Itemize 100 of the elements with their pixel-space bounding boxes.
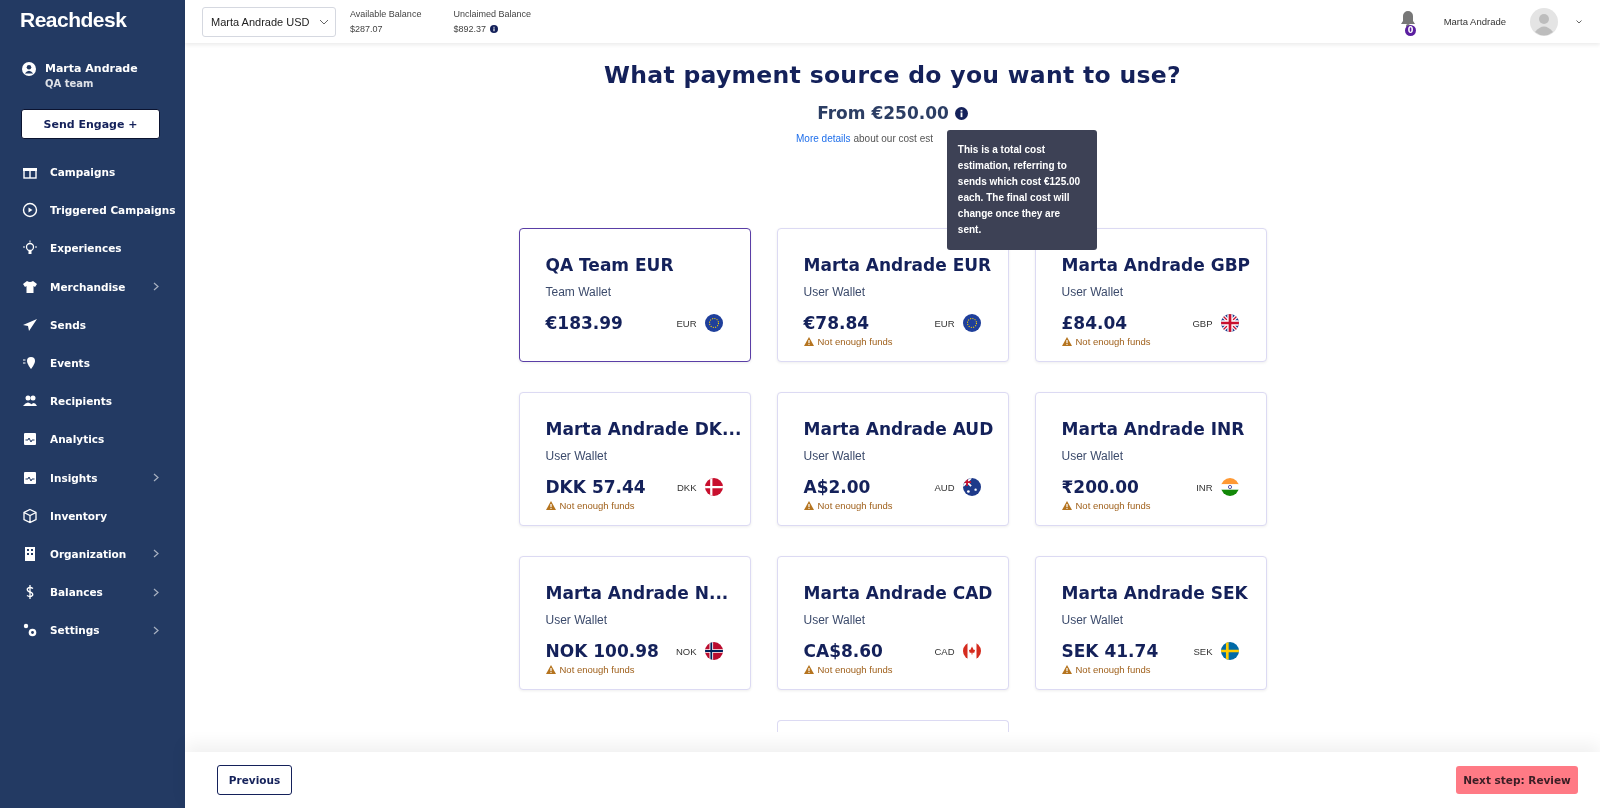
wallet-card[interactable]: QA Team EUR Team Wallet €183.99 EUR [518, 228, 751, 362]
wallet-dropdown[interactable]: Marta Andrade USD [202, 6, 336, 37]
warning-text: Not enough funds [559, 500, 635, 511]
wallet-name: Marta Andrade DK... [545, 419, 743, 439]
chart-icon [22, 431, 38, 448]
nav-item[interactable]: Experiences [50, 242, 159, 255]
settings-icon [22, 622, 38, 639]
wallet-card[interactable]: Marta Andrade AUD User Wallet A$2.00 AUD Not enough funds [776, 392, 1009, 526]
wallet-balance: €78.84 [803, 313, 871, 333]
wallet-card[interactable]: Marta Andrade N... User Wallet NOK 100.98 NOK Not enough funds [518, 556, 751, 690]
wallet-type: User Wallet [803, 285, 867, 299]
cost-estimate: From €250.00 [817, 103, 949, 123]
nav-item[interactable]: Merchandise [50, 280, 141, 293]
details-text: about our cost est [853, 133, 933, 144]
currency-code: EUR [676, 317, 697, 329]
wallet-card[interactable]: Marta Andrade GBP User Wallet £84.04 GBP Not enough funds [1034, 228, 1267, 362]
next-step-button[interactable]: Next step: Review [1456, 766, 1578, 794]
flag-icon [962, 642, 981, 660]
warning-icon [1061, 665, 1072, 674]
flag-icon [962, 478, 981, 496]
building-icon [22, 545, 38, 562]
currency-code: AUD [934, 481, 955, 493]
nav-item[interactable]: Balances [50, 586, 141, 599]
currency-code: NOK [675, 645, 697, 657]
wallet-balance: £84.04 [1061, 313, 1129, 333]
wallet-balance: €183.99 [545, 313, 624, 333]
wallet-type: User Wallet [803, 449, 867, 463]
nav-item[interactable]: Sends [50, 318, 159, 331]
team-name: QA team [45, 78, 95, 89]
flag-icon [962, 314, 981, 332]
balance-value: $287.07 [350, 24, 384, 34]
flag-icon [704, 642, 723, 660]
warning-icon [545, 665, 556, 674]
info-icon[interactable] [489, 25, 498, 33]
wallet-type: User Wallet [1061, 613, 1125, 627]
warning-icon [1061, 337, 1072, 346]
nav-item[interactable]: Organization [50, 547, 141, 560]
currency-code: CAD [934, 645, 955, 657]
wallet-balance: CA$8.60 [803, 641, 884, 661]
currency-code: DKK [676, 481, 697, 493]
currency-code: GBP [1192, 317, 1213, 329]
lightbulb-icon [22, 240, 38, 257]
warning-text: Not enough funds [817, 500, 893, 511]
tooltip: This is a total cost estimation, referring to sends which cost €125.00 each. The final cost will change once they are sent. [946, 130, 1097, 250]
warning-text: Not enough funds [817, 336, 893, 347]
nav-item[interactable]: Recipients [50, 395, 159, 408]
paper-plane-icon [22, 316, 38, 333]
wallet-type: Team Wallet [545, 285, 613, 299]
balance-value: $892.37 [453, 24, 486, 34]
wallet-type: User Wallet [545, 449, 609, 463]
balance-label: Available Balance [350, 9, 422, 19]
currency-code: SEK [1193, 645, 1213, 657]
wallet-name: Marta Andrade AUD [803, 419, 995, 439]
balance-label: Unclaimed Balance [453, 9, 531, 19]
nav-item[interactable]: Inventory [50, 509, 159, 522]
previous-button[interactable]: Previous [217, 765, 292, 795]
wallet-balance: DKK 57.44 [545, 477, 647, 497]
play-icon [22, 202, 38, 219]
more-details-link[interactable]: More details [796, 133, 851, 144]
nav-item[interactable]: Triggered Campaigns [50, 204, 176, 217]
shirt-icon [22, 278, 38, 295]
nav-item[interactable]: Analytics [50, 433, 159, 446]
wallet-name: Marta Andrade GBP [1061, 255, 1252, 275]
flag-icon [1220, 314, 1239, 332]
wallet-name: Marta Andrade EUR [803, 255, 993, 275]
warning-icon [803, 665, 814, 674]
currency-code: INR [1196, 481, 1213, 493]
wallet-balance: ₹200.00 [1061, 477, 1140, 497]
wallet-type: User Wallet [1061, 449, 1125, 463]
wallet-balance: SEK 41.74 [1061, 641, 1160, 661]
warning-text: Not enough funds [1075, 664, 1151, 675]
notification-badge: 0 [1404, 24, 1417, 36]
currency-code: EUR [934, 317, 955, 329]
wallet-name: Marta Andrade INR [1061, 419, 1246, 439]
wallet-card[interactable]: Marta Andrade INR User Wallet ₹200.00 INR Not enough funds [1034, 392, 1267, 526]
warning-text: Not enough funds [817, 664, 893, 675]
user-name: Marta Andrade [45, 62, 138, 75]
wallet-card[interactable]: Marta Andrade DK... User Wallet DKK 57.44 DKK Not enough funds [518, 392, 751, 526]
wallet-card[interactable]: Marta Andrade CAD User Wallet CA$8.60 CAD Not enough funds [776, 556, 1009, 690]
info-icon[interactable] [954, 106, 968, 120]
wallet-name: Marta Andrade SEK [1061, 583, 1249, 603]
user-icon [22, 62, 36, 76]
wallet-type: User Wallet [545, 613, 609, 627]
chevron-down-icon[interactable] [1576, 19, 1582, 24]
user-name[interactable]: Marta Andrade [1443, 16, 1506, 27]
warning-text: Not enough funds [559, 664, 635, 675]
warning-text: Not enough funds [1075, 336, 1151, 347]
nav-item[interactable]: Events [50, 357, 159, 370]
send-engage-button[interactable]: Send Engage + [21, 109, 160, 139]
nav-item[interactable]: Settings [50, 624, 141, 637]
warning-icon [803, 501, 814, 510]
wallet-balance: NOK 100.98 [545, 641, 660, 661]
wallet-balance: A$2.00 [803, 477, 872, 497]
nav-item[interactable]: Insights [50, 471, 141, 484]
nav-item[interactable]: Campaigns [50, 166, 159, 179]
chevron-down-icon [319, 18, 329, 25]
flag-icon [1220, 642, 1239, 660]
logo[interactable]: Reachdesk [0, 0, 185, 44]
wallet-card[interactable]: Marta Andrade SEK User Wallet SEK 41.74 SEK Not enough funds [1034, 556, 1267, 690]
wallet-name: QA Team EUR [545, 255, 675, 275]
